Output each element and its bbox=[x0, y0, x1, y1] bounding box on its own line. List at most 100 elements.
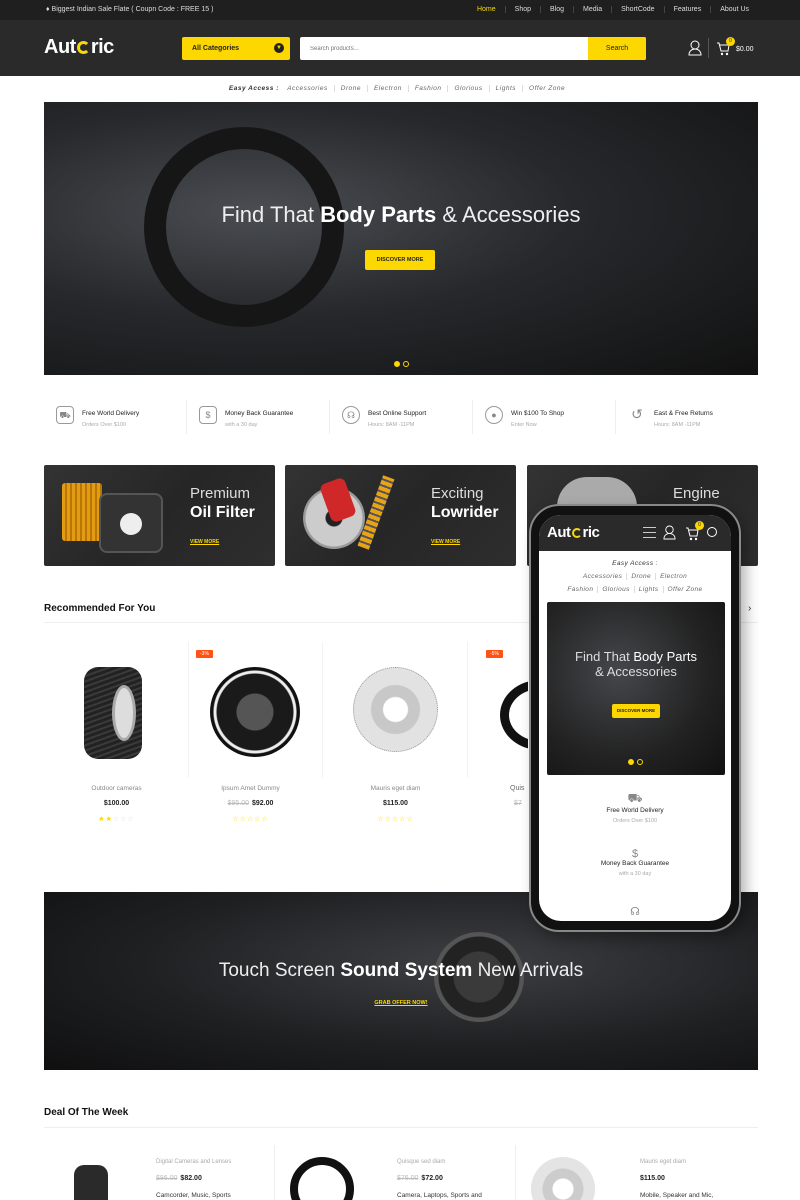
easy-access-label: Easy Access : bbox=[228, 85, 279, 92]
feature-sub: with a 30 day bbox=[618, 871, 652, 877]
feature-sub: Hours: 8AM -11PM bbox=[368, 422, 415, 428]
feature-title: Free World Delivery bbox=[606, 807, 664, 814]
search-input[interactable] bbox=[300, 38, 580, 60]
product-price: $115.00 bbox=[383, 800, 408, 807]
slider-dot-1[interactable] bbox=[394, 361, 400, 367]
mobile-header: Aut ric 0 bbox=[539, 515, 731, 551]
promo-text: ♦ Biggest Indian Sale Flate ( Coupn Code… bbox=[46, 6, 214, 13]
feature-title: East & Free Returns bbox=[654, 410, 713, 417]
easy-link[interactable]: Glorious bbox=[597, 586, 634, 593]
return-icon: ↺ bbox=[631, 406, 643, 422]
deal-category[interactable]: Quisque sed diam bbox=[397, 1159, 445, 1165]
user-icon[interactable] bbox=[663, 525, 676, 540]
header: Autric All Categories ▼ Search 0 $0.00 bbox=[0, 20, 800, 76]
deal-card[interactable]: Quisque sed diam $76.00 $72.00 Camera, La… bbox=[274, 1145, 515, 1200]
product-name[interactable]: Quis bbox=[510, 785, 524, 792]
easy-access: Easy Access : Accessories Drone Electron Fa… bbox=[0, 85, 800, 92]
banner-lowrider[interactable]: Exciting Lowrider VIEW MORE bbox=[285, 465, 516, 566]
easy-link-fashion[interactable]: Fashion bbox=[407, 85, 448, 92]
top-nav: Home Shop Blog Media ShortCode Features … bbox=[468, 6, 758, 13]
grab-offer-link[interactable]: GRAB OFFER NOW! bbox=[44, 1000, 758, 1006]
nav-blog[interactable]: Blog bbox=[540, 6, 573, 13]
logo[interactable]: Aut ric bbox=[44, 36, 114, 59]
nav-shortcode[interactable]: ShortCode bbox=[611, 6, 663, 13]
discover-more-button[interactable]: DISCOVER MORE bbox=[612, 704, 660, 718]
hamburger-menu-icon[interactable] bbox=[643, 527, 656, 538]
easy-link[interactable]: Offer Zone bbox=[662, 586, 707, 593]
deal-category[interactable]: Digital Cameras and Lenses bbox=[156, 1159, 231, 1165]
divider bbox=[44, 1127, 758, 1128]
easy-link[interactable]: Accessories bbox=[579, 573, 626, 580]
chevron-down-icon: ▼ bbox=[274, 43, 284, 53]
deal-card[interactable]: Mauris eget diam $115.00 Mobile, Speaker… bbox=[515, 1145, 758, 1200]
steering-wheel-image bbox=[287, 1157, 357, 1200]
product-card[interactable]: Mauris eget diam $115.00 ☆☆☆☆☆ bbox=[323, 642, 468, 832]
easy-access-row: Accessories Drone Electron bbox=[539, 573, 731, 580]
mobile-hero: Find That Body Parts & Accessories DISCOV… bbox=[547, 602, 725, 775]
deal-desc: Camera, Laptops, Sports and bbox=[397, 1192, 482, 1199]
easy-link-drone[interactable]: Drone bbox=[333, 85, 367, 92]
nav-home[interactable]: Home bbox=[468, 6, 505, 13]
easy-link-glorious[interactable]: Glorious bbox=[447, 85, 489, 92]
car-seat-image bbox=[56, 1157, 126, 1200]
nav-features[interactable]: Features bbox=[663, 6, 711, 13]
search-bar: Search bbox=[300, 37, 646, 60]
easy-link[interactable]: Lights bbox=[633, 586, 663, 593]
product-image bbox=[178, 642, 323, 778]
feature-title: Win $100 To Shop bbox=[511, 410, 564, 417]
feature-sub: with a 30 day bbox=[225, 422, 258, 428]
view-more-link[interactable]: VIEW MORE bbox=[190, 539, 219, 545]
mobile-preview: Aut ric 0 Easy Access : Accessories Drone E… bbox=[529, 504, 741, 932]
nav-shop[interactable]: Shop bbox=[504, 6, 540, 13]
product-card[interactable]: Outdoor cameras $100.00 ★★☆☆☆ bbox=[44, 642, 189, 832]
product-card[interactable]: -5% Quis $7 bbox=[468, 642, 528, 832]
money-bag-icon: $ bbox=[631, 848, 639, 860]
discover-more-button[interactable]: DISCOVER MORE bbox=[365, 250, 435, 270]
banner-line2: Oil Filter bbox=[190, 504, 255, 521]
easy-link[interactable]: Fashion bbox=[563, 586, 597, 593]
deal-card[interactable]: Digital Cameras and Lenses $86.00 $82.00 … bbox=[44, 1145, 274, 1200]
banner-line2: Lowrider bbox=[431, 504, 499, 521]
feature-title: Money Back Guarantee bbox=[225, 410, 294, 417]
product-card[interactable]: -3% Ipsum Amet Dummy $95.00 $92.00 ☆☆☆☆☆ bbox=[178, 642, 323, 832]
oil-filter-image-2 bbox=[99, 493, 163, 553]
feature-sub: Orders Over $100 bbox=[82, 422, 127, 428]
easy-link[interactable]: Electron bbox=[655, 573, 692, 580]
headset-icon: ☊ bbox=[342, 406, 360, 424]
slider-dots bbox=[628, 759, 643, 765]
product-name[interactable]: Mauris eget diam bbox=[323, 785, 468, 792]
easy-link-offer-zone[interactable]: Offer Zone bbox=[522, 85, 572, 92]
category-label: All Categories bbox=[192, 45, 240, 52]
easy-link-lights[interactable]: Lights bbox=[488, 85, 523, 92]
feature-title: Best Online Support bbox=[368, 410, 427, 417]
truck-icon: ⛟ bbox=[56, 406, 74, 424]
mobile-feature: ⛟ Free World Delivery Orders Over $100 bbox=[539, 791, 731, 824]
category-select[interactable]: All Categories ▼ bbox=[182, 37, 290, 60]
search-button[interactable]: Search bbox=[588, 37, 646, 60]
recommended-title: Recommended For You bbox=[44, 603, 156, 614]
banner-oil-filter[interactable]: Premium Oil Filter VIEW MORE bbox=[44, 465, 275, 566]
next-arrow-icon[interactable]: › bbox=[748, 603, 751, 614]
slider-dot-2[interactable] bbox=[637, 759, 643, 765]
promo-label: Biggest Indian Sale Flate ( Coupn Code :… bbox=[51, 6, 214, 13]
money-bag-icon: $ bbox=[199, 406, 217, 424]
slider-dot-1[interactable] bbox=[628, 759, 634, 765]
slider-dot-2[interactable] bbox=[403, 361, 409, 367]
easy-link-electron[interactable]: Electron bbox=[366, 85, 408, 92]
nav-media[interactable]: Media bbox=[573, 6, 611, 13]
hero-title: Find That Body Parts & Accessories bbox=[221, 202, 581, 227]
feature-item: $ Money Back Guarantee with a 30 day bbox=[186, 400, 329, 434]
deal-category[interactable]: Mauris eget diam bbox=[640, 1159, 686, 1165]
product-name[interactable]: Outdoor cameras bbox=[44, 785, 189, 792]
easy-link-accessories[interactable]: Accessories bbox=[281, 85, 334, 92]
easy-link[interactable]: Drone bbox=[626, 573, 656, 580]
view-more-link[interactable]: VIEW MORE bbox=[431, 539, 460, 545]
sale-badge: -5% bbox=[486, 650, 503, 658]
search-icon[interactable] bbox=[707, 527, 717, 537]
hero-slider: Find That Body Parts & Accessories DISCO… bbox=[44, 102, 758, 375]
user-icon[interactable] bbox=[688, 40, 702, 56]
banner-line1: Premium bbox=[190, 485, 251, 502]
nav-about[interactable]: About Us bbox=[710, 6, 758, 13]
product-image bbox=[468, 642, 528, 778]
product-name[interactable]: Ipsum Amet Dummy bbox=[178, 785, 323, 792]
